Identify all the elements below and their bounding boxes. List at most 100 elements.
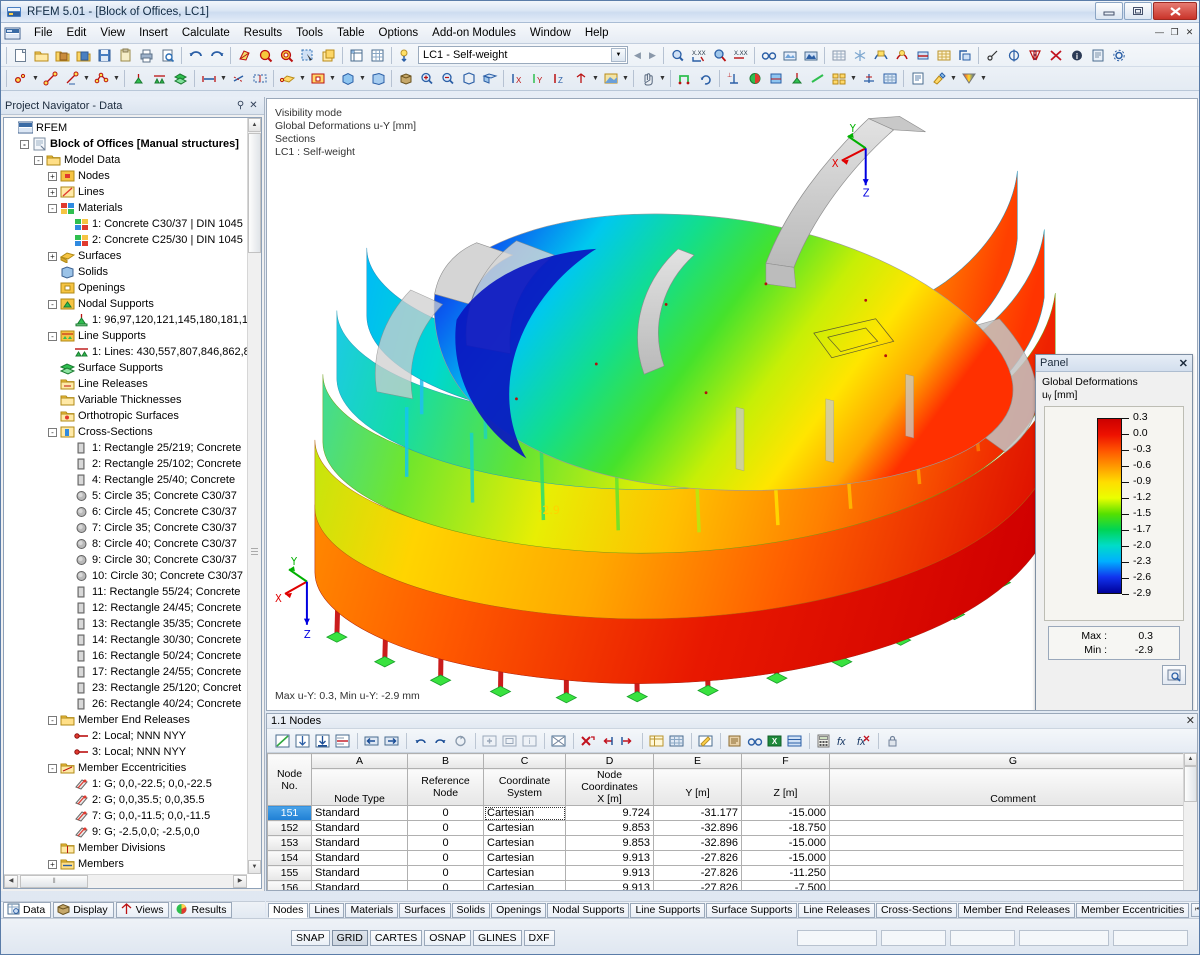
table-insert-icon[interactable] — [293, 731, 312, 750]
zoom-detail-icon[interactable] — [709, 45, 730, 65]
data-tab-lines[interactable]: Lines — [309, 902, 345, 918]
column-letter-A[interactable]: A — [311, 753, 408, 769]
results-grid-icon[interactable] — [879, 69, 900, 89]
tree-node[interactable]: 7: G; 0,0,-11.5; 0,0,-11.5 — [6, 808, 247, 824]
opening-icon[interactable] — [307, 69, 328, 89]
print-icon[interactable] — [136, 45, 157, 65]
cell-z[interactable]: -7.500 — [741, 880, 830, 890]
table-scrollbar-thumb[interactable] — [1184, 766, 1197, 802]
chevron-down-icon[interactable]: ▼ — [949, 69, 958, 89]
solid-render-icon[interactable] — [765, 69, 786, 89]
chevron-down-icon[interactable]: ▼ — [82, 69, 91, 89]
scroll-up-icon[interactable]: ▲ — [248, 118, 261, 132]
cell-z[interactable]: -15.000 — [741, 835, 830, 851]
close-button[interactable] — [1153, 2, 1197, 20]
cell-coordinate-system[interactable]: Cartesian — [483, 865, 566, 881]
status-button-dxf[interactable]: DXF — [523, 929, 555, 946]
hscrollbar-thumb[interactable]: ⦀ — [20, 875, 88, 888]
support-render-icon[interactable] — [786, 69, 807, 89]
tree-node[interactable]: 2: G; 0,0,35.5; 0,0,35.5 — [6, 792, 247, 808]
cell-reference-node[interactable]: 0 — [407, 865, 484, 881]
perspective-icon[interactable] — [479, 69, 500, 89]
zoom-all-icon[interactable] — [667, 45, 688, 65]
tree-node[interactable]: + Surfaces — [6, 248, 247, 264]
cell-y[interactable]: -27.826 — [653, 850, 742, 866]
scrollbar-thumb[interactable] — [248, 133, 261, 253]
insert-row-icon[interactable] — [618, 731, 637, 750]
move-left-icon[interactable] — [362, 731, 381, 750]
table-import-icon[interactable] — [313, 731, 332, 750]
tree-node[interactable]: + Lines — [6, 184, 247, 200]
tree-node[interactable]: Line Releases — [6, 376, 247, 392]
cell-node-type[interactable]: Standard — [311, 805, 408, 821]
mirror-icon[interactable] — [1024, 45, 1045, 65]
table-vertical-scrollbar[interactable]: ▲ — [1183, 753, 1197, 890]
tree-node[interactable]: 11: Rectangle 55/24; Concrete — [6, 584, 247, 600]
cell-y[interactable]: -27.826 — [653, 865, 742, 881]
tree-node[interactable]: - Nodal Supports — [6, 296, 247, 312]
chevron-down-icon[interactable]: ▼ — [658, 69, 667, 89]
table-grid[interactable]: Node No. A B C D E F G Node Type Reference Node Coo… — [267, 753, 1197, 890]
tree-node[interactable]: - Block of Offices [Manual structures] — [6, 136, 247, 152]
cell-y[interactable]: -32.896 — [653, 820, 742, 836]
data-tab-nodal-supports[interactable]: Nodal Supports — [547, 902, 630, 918]
status-button-osnap[interactable]: OSNAP — [424, 929, 472, 946]
chevron-down-icon[interactable]: ▼ — [849, 69, 858, 89]
navigator-tab-views[interactable]: Views — [115, 902, 170, 918]
mdi-restore-button[interactable]: ❐ — [1168, 26, 1181, 39]
open-print-icon[interactable] — [73, 45, 94, 65]
report-icon[interactable] — [907, 69, 928, 89]
column-letter-F[interactable]: F — [741, 753, 830, 769]
scroll-left-icon[interactable]: ◀ — [4, 875, 18, 888]
member-icon[interactable] — [198, 69, 219, 89]
data-tab-openings[interactable]: Openings — [491, 902, 547, 918]
next-arrow-icon[interactable]: ▶ — [645, 45, 660, 65]
navigator-tab-results[interactable]: Results — [171, 902, 233, 918]
grid-table-icon[interactable] — [667, 731, 686, 750]
tree-node[interactable]: + Nodes — [6, 168, 247, 184]
table-row[interactable]: 154 Standard 0 Cartesian 9.913 -27.826 -15.000 — [267, 850, 1197, 866]
collapse-icon[interactable]: - — [48, 427, 57, 437]
restore-button[interactable] — [1124, 2, 1152, 20]
data-tab-member-end-releases[interactable]: Member End Releases — [958, 902, 1075, 918]
menu-add-on-modules[interactable]: Add-on Modules — [425, 25, 523, 41]
menu-calculate[interactable]: Calculate — [175, 25, 237, 41]
section-cut-icon[interactable] — [954, 45, 975, 65]
data-tab-cross-sections[interactable]: Cross-Sections — [875, 902, 958, 918]
paint-icon[interactable] — [928, 69, 949, 89]
glasses-icon[interactable] — [758, 45, 779, 65]
print-report-icon[interactable] — [1087, 45, 1108, 65]
deform-all-icon[interactable] — [912, 45, 933, 65]
cell-comment[interactable] — [829, 835, 1197, 851]
chevron-down-icon[interactable]: ▼ — [591, 69, 600, 89]
fx-icon[interactable]: fx — [834, 731, 853, 750]
line-dim-icon[interactable] — [61, 69, 82, 89]
value-detail-icon[interactable]: X.XX — [730, 45, 751, 65]
rotate-view-icon[interactable] — [695, 69, 716, 89]
tree-node[interactable]: 2: Rectangle 25/102; Concrete — [6, 456, 247, 472]
mesh-icon[interactable] — [933, 45, 954, 65]
render-icon[interactable] — [779, 45, 800, 65]
cell-reference-node[interactable]: 0 — [407, 805, 484, 821]
navigator-tree[interactable]: RFEM - Block of Offices [Manual structures… — [3, 117, 262, 889]
row-number[interactable]: 152 — [267, 820, 312, 836]
deform-single-icon[interactable] — [891, 45, 912, 65]
tree-node[interactable]: 13: Rectangle 35/35; Concrete — [6, 616, 247, 632]
tree-node[interactable]: - Line Supports — [6, 328, 247, 344]
cell-comment[interactable] — [829, 865, 1197, 881]
tree-node[interactable]: 16: Rectangle 50/24; Concrete — [6, 648, 247, 664]
application-icon[interactable] — [4, 26, 21, 41]
cell-reference-node[interactable]: 0 — [407, 835, 484, 851]
row-number[interactable]: 151 — [267, 805, 312, 821]
open-window-icon[interactable] — [318, 45, 339, 65]
cell-node-type[interactable]: Standard — [311, 865, 408, 881]
panel-close-icon[interactable]: ✕ — [1179, 357, 1188, 370]
isoline-icon[interactable] — [858, 69, 879, 89]
table-row[interactable]: 156 Standard 0 Cartesian 9.913 -27.826 -7.500 — [267, 880, 1197, 890]
menu-tools[interactable]: Tools — [289, 25, 330, 41]
collapse-icon[interactable]: - — [34, 155, 43, 165]
view-model-icon[interactable] — [395, 69, 416, 89]
db-icon[interactable] — [785, 731, 804, 750]
info-row-icon[interactable]: i — [520, 731, 539, 750]
line-support-icon[interactable] — [149, 69, 170, 89]
